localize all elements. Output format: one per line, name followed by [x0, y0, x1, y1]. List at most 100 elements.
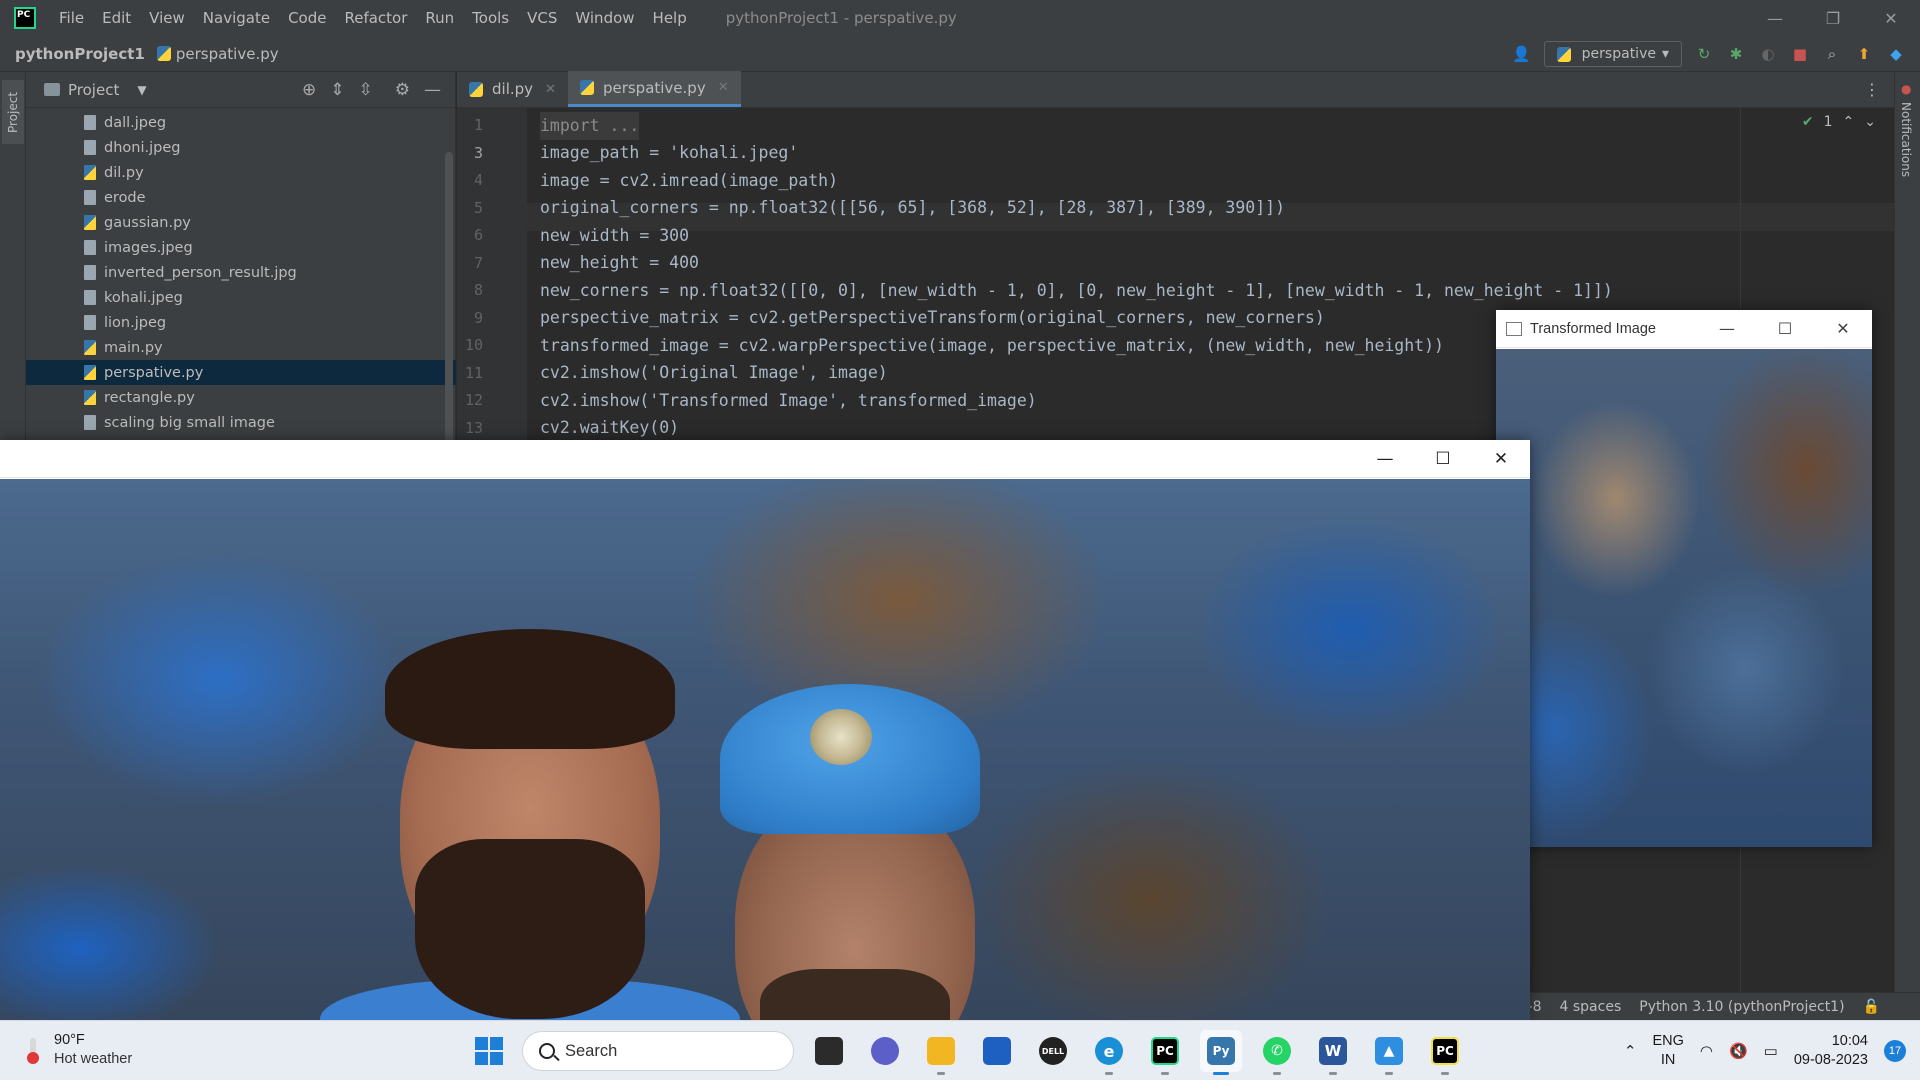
tree-item[interactable]: rectangle.py — [26, 385, 456, 410]
menu-file[interactable]: File — [50, 9, 93, 27]
menu-navigate[interactable]: Navigate — [194, 9, 279, 27]
menu-code[interactable]: Code — [279, 9, 335, 27]
original-window-titlebar[interactable]: — ☐ ✕ — [0, 440, 1530, 478]
menu-vcs[interactable]: VCS — [518, 9, 566, 27]
tree-item[interactable]: gaussian.py — [26, 210, 456, 235]
tree-item-label: images.jpeg — [104, 239, 193, 256]
menu-refactor[interactable]: Refactor — [335, 9, 416, 27]
battery-icon[interactable]: ▭ — [1764, 1042, 1778, 1060]
pycharm-app[interactable]: PC — [1144, 1030, 1186, 1075]
wifi-icon[interactable]: ◠ — [1700, 1042, 1713, 1060]
menu-tools[interactable]: Tools — [463, 9, 518, 27]
close-icon[interactable]: ✕ — [1862, 0, 1920, 36]
task-view-app[interactable] — [808, 1030, 850, 1072]
close-icon[interactable]: ✕ — [1472, 440, 1530, 478]
locate-icon[interactable]: ⊕ — [302, 80, 316, 100]
maximize-icon[interactable]: ☐ — [1756, 310, 1814, 348]
tree-scrollbar[interactable] — [445, 152, 453, 452]
language-indicator[interactable]: ENG IN — [1652, 1032, 1683, 1070]
rerun-icon[interactable]: ↻ — [1694, 44, 1714, 64]
minimize-icon[interactable]: — — [1746, 0, 1804, 36]
indent-status[interactable]: 4 spaces — [1560, 999, 1622, 1015]
file-icon — [84, 190, 96, 205]
tree-item-selected[interactable]: perspative.py — [26, 360, 456, 385]
close-icon[interactable]: ✕ — [718, 80, 729, 95]
breadcrumb-file[interactable]: perspative.py — [176, 45, 279, 63]
chevron-down-icon[interactable]: ⌄ — [1864, 114, 1876, 130]
tree-item[interactable]: scaling big small image — [26, 410, 456, 435]
whatsapp-app[interactable]: ✆ — [1256, 1030, 1298, 1075]
transformed-window-titlebar[interactable]: Transformed Image — ☐ ✕ — [1496, 310, 1872, 348]
clock[interactable]: 10:04 09-08-2023 — [1794, 1032, 1868, 1070]
speaker-muted-icon[interactable]: 🔇 — [1729, 1042, 1748, 1060]
coverage-icon[interactable]: ◐ — [1758, 44, 1778, 64]
tab-dil-py[interactable]: dil.py ✕ — [457, 71, 568, 107]
breadcrumb-project[interactable]: pythonProject1 — [15, 45, 145, 63]
user-icon[interactable]: 👤 — [1512, 44, 1532, 64]
debug-icon[interactable]: ✱ — [1726, 44, 1746, 64]
hide-icon[interactable]: — — [424, 80, 441, 100]
jetbrains-icon[interactable]: ◆ — [1886, 44, 1906, 64]
teams-chat-app[interactable] — [864, 1030, 906, 1072]
file-explorer-app[interactable] — [920, 1030, 962, 1075]
restore-icon[interactable]: ❐ — [1804, 0, 1862, 36]
close-icon[interactable]: ✕ — [1814, 310, 1872, 348]
tab-perspative-py[interactable]: perspative.py ✕ — [567, 71, 741, 107]
expand-all-icon[interactable]: ⇕ — [330, 80, 344, 100]
tree-item[interactable]: dhoni.jpeg — [26, 135, 456, 160]
chevron-up-icon[interactable]: ⌃ — [1843, 114, 1855, 130]
person-1-hair — [385, 629, 675, 749]
taskbar-search[interactable]: Search — [522, 1031, 794, 1071]
tree-item[interactable]: lion.jpeg — [26, 310, 456, 335]
tree-item[interactable]: kohali.jpeg — [26, 285, 456, 310]
word-app[interactable]: W — [1312, 1030, 1354, 1075]
minimize-icon[interactable]: — — [1698, 310, 1756, 348]
windows-logo-icon — [475, 1037, 488, 1050]
tree-item[interactable]: main.py — [26, 335, 456, 360]
interpreter-status[interactable]: Python 3.10 (pythonProject1) — [1639, 999, 1844, 1015]
menu-view[interactable]: View — [140, 9, 194, 27]
tree-item[interactable]: inverted_person_result.jpg — [26, 260, 456, 285]
inspection-widget[interactable]: ✔ 1 ⌃ ⌄ — [1802, 114, 1876, 130]
run-config-selector[interactable]: perspative ▾ — [1543, 41, 1682, 67]
weather-temp: 90°F — [54, 1032, 85, 1048]
weather-widget[interactable]: 90°F Hot weather — [22, 1031, 132, 1069]
python-file-icon — [84, 365, 96, 380]
code-line: cv2.waitKey(0) — [540, 418, 680, 437]
dell-app[interactable]: DELL — [1032, 1030, 1074, 1072]
tool-window-project[interactable]: Project — [2, 80, 24, 144]
system-tray: ⌃ ENG IN ◠ 🔇 ▭ 10:04 09-08-2023 17 — [1624, 1029, 1906, 1073]
menu-edit[interactable]: Edit — [93, 9, 140, 27]
more-options-icon[interactable]: ⋮ — [1864, 80, 1880, 99]
menu-window[interactable]: Window — [566, 9, 643, 27]
search-placeholder: Search — [565, 1041, 618, 1060]
minimize-icon[interactable]: — — [1356, 440, 1414, 478]
project-panel-title[interactable]: Project — [68, 81, 119, 99]
notifications-icon[interactable]: ● — [1901, 82, 1911, 96]
edge-app[interactable]: e — [1088, 1030, 1130, 1075]
menu-run[interactable]: Run — [416, 9, 463, 27]
tree-item[interactable]: erode — [26, 185, 456, 210]
microsoft-store-app[interactable] — [976, 1030, 1018, 1072]
update-icon[interactable]: ⬆ — [1854, 44, 1874, 64]
tree-item[interactable]: dall.jpeg — [26, 110, 456, 135]
start-button[interactable] — [470, 1031, 508, 1071]
python-app[interactable]: Py — [1200, 1030, 1242, 1075]
tree-item[interactable]: dil.py — [26, 160, 456, 185]
tree-item[interactable]: images.jpeg — [26, 235, 456, 260]
line-number: 6 — [473, 226, 483, 244]
chevron-down-icon[interactable]: ▼ — [137, 83, 146, 97]
lock-icon[interactable]: 🔓 — [1863, 999, 1880, 1015]
menu-help[interactable]: Help — [644, 9, 696, 27]
stop-icon[interactable]: ■ — [1790, 44, 1810, 64]
photos-app[interactable]: ▲ — [1368, 1030, 1410, 1075]
notification-badge[interactable]: 17 — [1884, 1040, 1906, 1062]
maximize-icon[interactable]: ☐ — [1414, 440, 1472, 478]
collapse-all-icon[interactable]: ⇳ — [359, 80, 373, 100]
pycharm-2-app[interactable]: PC — [1424, 1030, 1466, 1075]
search-icon[interactable]: ⌕ — [1822, 44, 1842, 64]
chevron-up-icon[interactable]: ⌃ — [1624, 1042, 1637, 1060]
notifications-tool-window[interactable]: Notifications — [1899, 102, 1913, 177]
gear-icon[interactable]: ⚙ — [395, 80, 410, 100]
close-icon[interactable]: ✕ — [545, 82, 556, 97]
